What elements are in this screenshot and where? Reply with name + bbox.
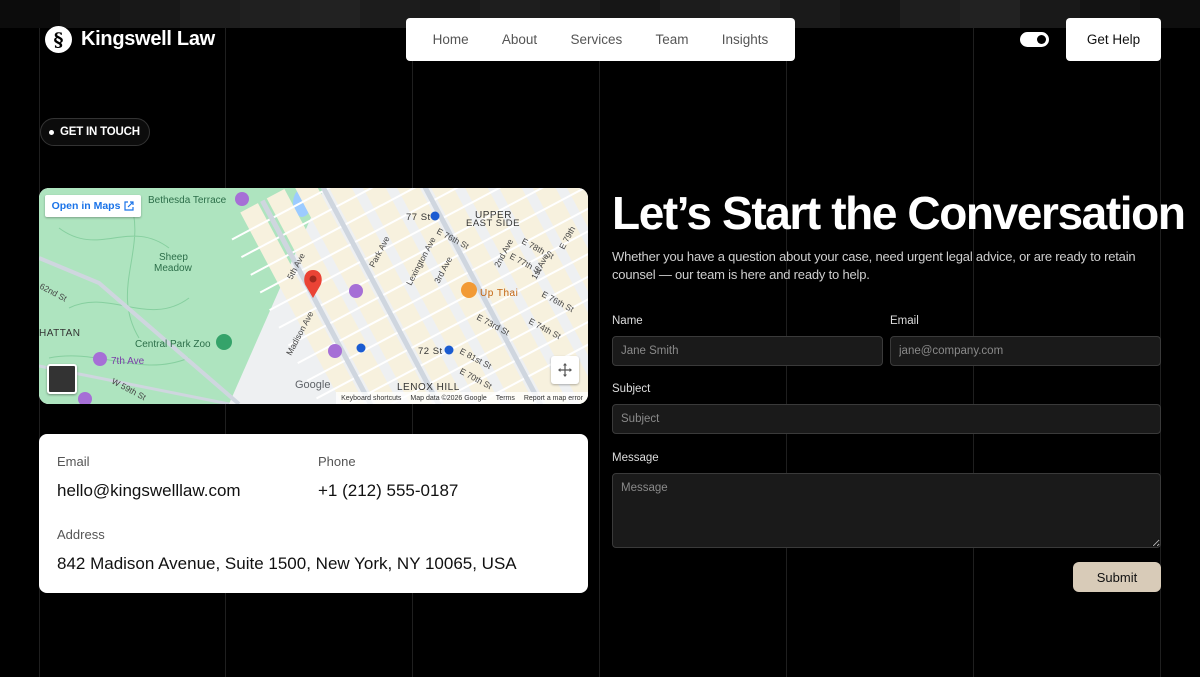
map-embed[interactable]: Bethesda Terrace Sheep Meadow Central Pa… [39,188,588,404]
brand-name: Kingswell Law [81,28,215,50]
email-value[interactable]: hello@kingswelllaw.com [57,481,241,501]
name-label: Name [612,315,643,327]
get-help-button[interactable]: Get Help [1066,18,1161,61]
fullscreen-button[interactable] [551,356,579,384]
email-label: Email [57,454,90,469]
nav-about[interactable]: About [502,32,537,47]
nav-insights[interactable]: Insights [722,32,769,47]
map-data-attribution: Map data ©2026 Google [410,394,487,402]
map-footer: Keyboard shortcuts Map data ©2026 Google… [336,392,588,404]
nav-home[interactable]: Home [433,32,469,47]
phone-value[interactable]: +1 (212) 555-0187 [318,481,458,501]
main-nav: Home About Services Team Insights [406,18,795,61]
email-field-label: Email [890,315,919,327]
external-link-icon [124,201,135,211]
map-layer-toggle[interactable] [47,364,77,394]
nav-team[interactable]: Team [655,32,688,47]
page-title: Let’s Start the Conversation [612,187,1186,239]
dot-icon [49,129,54,135]
map-label: EAST SIDE [466,218,520,229]
map-label: Bethesda Terrace [148,195,227,206]
map-label: Up Thai [480,288,518,299]
map-label: Sheep [159,252,188,263]
email-input[interactable] [890,336,1161,366]
map-label: 7th Ave [111,356,145,367]
message-label: Message [612,452,659,464]
fullscreen-icon [558,363,572,377]
map-label: Central Park Zoo [135,339,211,350]
theme-toggle[interactable] [1020,32,1049,47]
map-canvas[interactable]: Bethesda Terrace Sheep Meadow Central Pa… [39,188,588,404]
message-textarea[interactable] [612,473,1161,548]
terms-link[interactable]: Terms [496,395,515,402]
submit-button[interactable]: Submit [1073,562,1161,592]
brand-logo[interactable]: § Kingswell Law [45,26,215,53]
name-input[interactable] [612,336,883,366]
report-error-link[interactable]: Report a map error [524,395,583,402]
map-label: HATTAN [39,328,81,339]
map-label: Meadow [154,263,193,274]
open-in-maps-label: Open in Maps [51,200,121,212]
subject-input[interactable] [612,404,1161,434]
map-label: 72 St [418,346,443,357]
google-logo: Google [295,379,330,391]
toggle-knob [1037,35,1046,44]
subject-label: Subject [612,383,651,395]
map-label: 77 St [406,212,431,223]
badge-label: GET IN TOUCH [60,126,140,138]
contact-info-card: Email hello@kingswelllaw.com Phone +1 (2… [39,434,588,593]
grid-line [599,0,600,677]
nav-services[interactable]: Services [570,32,622,47]
section-badge: GET IN TOUCH [40,118,150,146]
address-value: 842 Madison Avenue, Suite 1500, New York… [57,554,517,573]
open-in-maps-button[interactable]: Open in Maps [45,195,141,217]
keyboard-shortcuts-link[interactable]: Keyboard shortcuts [341,395,401,402]
address-label: Address [57,527,105,542]
page-subtitle: Whether you have a question about your c… [612,249,1136,282]
phone-label: Phone [318,454,356,469]
section-symbol-icon: § [45,26,72,53]
